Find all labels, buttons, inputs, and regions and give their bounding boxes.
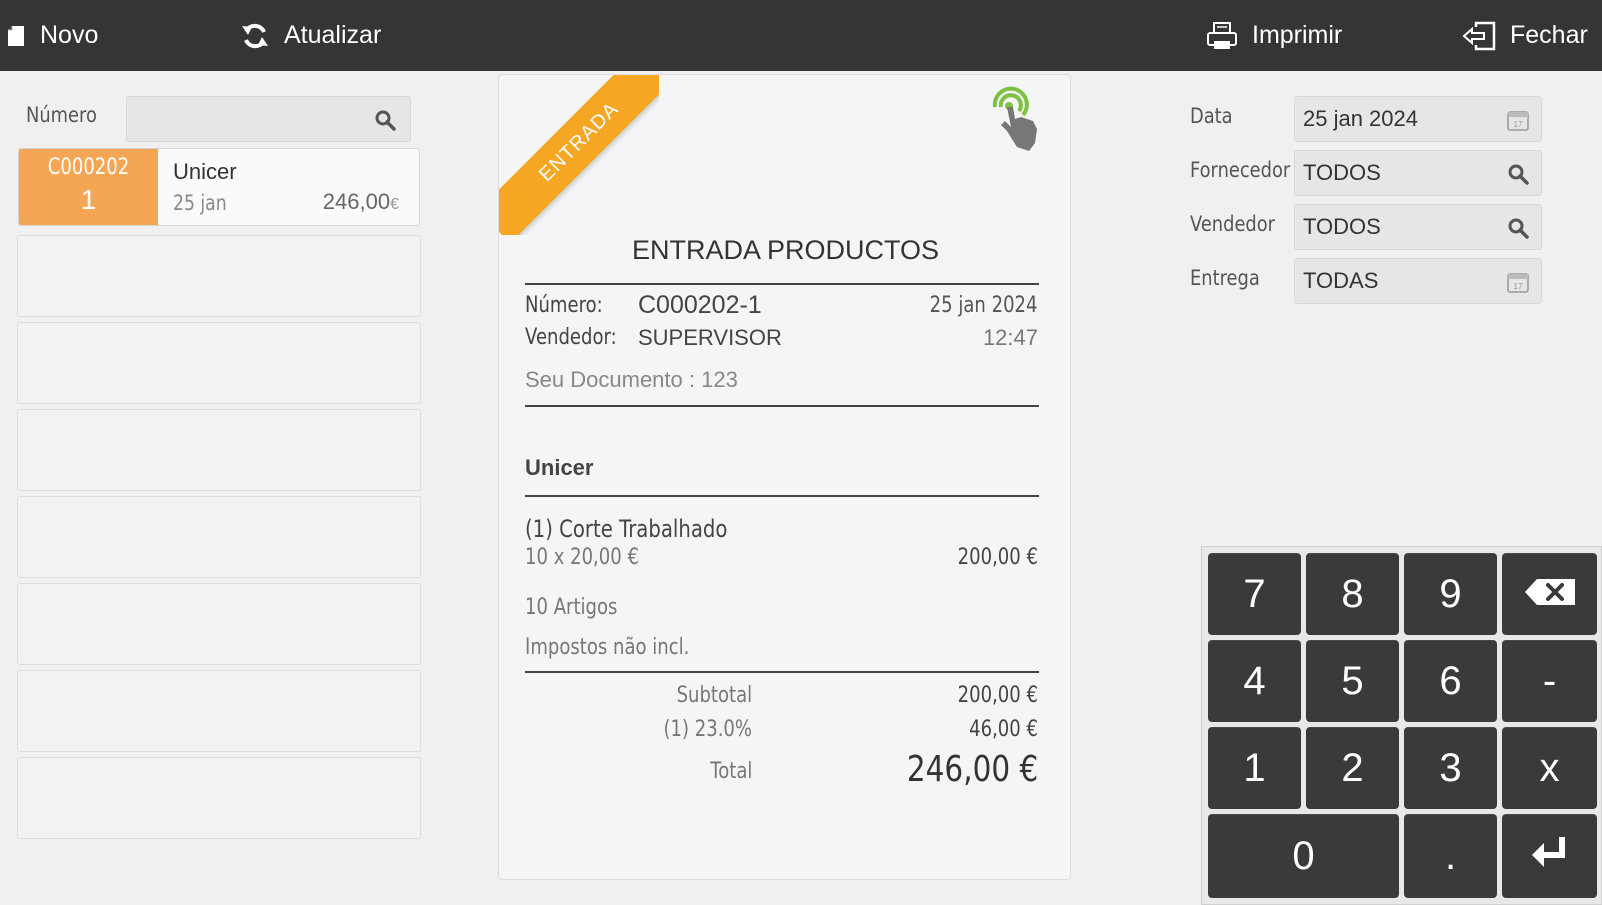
number-value: C000202-1: [638, 291, 762, 319]
item-qty-price: 10 x 20,00 €: [525, 545, 639, 570]
tax-value: 46,00 €: [969, 717, 1038, 742]
exit-icon: [1462, 21, 1496, 51]
close-label: Fechar: [1510, 21, 1588, 49]
minus-key[interactable]: -: [1502, 640, 1597, 722]
seller-field[interactable]: [1294, 204, 1542, 250]
item-name: (1) Corte Trabalhado: [525, 515, 728, 543]
empty-list-slot: [17, 583, 421, 665]
delivery-field[interactable]: 17: [1294, 258, 1542, 304]
empty-list-slot: [17, 235, 421, 317]
key-3[interactable]: 3: [1404, 727, 1497, 809]
key-1[interactable]: 1: [1208, 727, 1301, 809]
articles-count: 10 Artigos: [525, 595, 618, 620]
supplier-input[interactable]: [1295, 151, 1541, 195]
search-icon[interactable]: [374, 109, 396, 136]
seller-input[interactable]: [1295, 205, 1541, 249]
item-total: 200,00 €: [957, 545, 1038, 570]
tax-label: (1) 23.0%: [663, 717, 752, 742]
document-list-item[interactable]: C000202 1 Unicer 25 jan 246,00€: [18, 148, 420, 226]
empty-list-slot: [17, 670, 421, 752]
document-code: C000202: [47, 155, 130, 180]
your-document: Seu Documento : 123: [525, 367, 738, 392]
key-4[interactable]: 4: [1208, 640, 1301, 722]
printer-icon: [1206, 21, 1238, 51]
search-icon[interactable]: [1507, 163, 1529, 190]
empty-list-slot: [17, 322, 421, 404]
number-label: Número:: [525, 293, 603, 318]
key-8[interactable]: 8: [1306, 553, 1399, 635]
receipt-title: ENTRADA PRODUCTOS: [631, 235, 940, 265]
search-icon[interactable]: [1507, 217, 1529, 244]
document-amount-value: 246,00: [322, 189, 391, 214]
supplier-field[interactable]: [1294, 150, 1542, 196]
key-5[interactable]: 5: [1306, 640, 1399, 722]
print-button[interactable]: Imprimir: [1206, 0, 1342, 71]
date-label: Data: [1190, 104, 1233, 128]
svg-text:17: 17: [1514, 282, 1523, 291]
document-currency: €: [390, 196, 399, 213]
subtotal-label: Subtotal: [676, 683, 752, 708]
refresh-button[interactable]: Atualizar: [240, 0, 381, 71]
receipt-time: 12:47: [982, 325, 1038, 350]
divider: [525, 405, 1039, 407]
enter-key[interactable]: [1502, 814, 1597, 898]
empty-list-slot: [17, 496, 421, 578]
key-0[interactable]: 0: [1208, 814, 1399, 898]
touch-icon[interactable]: [987, 85, 1051, 160]
document-supplier: Unicer: [173, 159, 237, 184]
print-label: Imprimir: [1252, 21, 1343, 49]
document-amount: 246,00€: [323, 189, 399, 215]
key-9[interactable]: 9: [1404, 553, 1497, 635]
supplier-name: Unicer: [525, 455, 594, 480]
total-label: Total: [709, 759, 752, 784]
new-label: Novo: [40, 21, 99, 49]
calendar-icon[interactable]: 17: [1507, 109, 1529, 136]
enter-icon: [1530, 834, 1570, 879]
ribbon: ENTRADA: [499, 75, 659, 235]
taxes-note: Impostos não incl.: [525, 635, 690, 660]
close-button[interactable]: Fechar: [1462, 0, 1588, 71]
new-button[interactable]: Novo: [6, 0, 98, 71]
seller-value: SUPERVISOR: [638, 325, 782, 350]
delivery-input[interactable]: [1295, 259, 1541, 303]
seller-label: Vendedor: [1190, 212, 1276, 236]
seller-label: Vendedor:: [525, 325, 617, 350]
decimal-key[interactable]: .: [1404, 814, 1497, 898]
divider: [525, 283, 1039, 285]
backspace-key[interactable]: [1502, 553, 1597, 635]
multiply-key[interactable]: x: [1502, 727, 1597, 809]
document-date: 25 jan: [173, 191, 227, 215]
document-code-badge: C000202 1: [19, 149, 158, 225]
receipt-date: 25 jan 2024: [930, 293, 1038, 318]
document-icon: [6, 24, 26, 48]
date-field[interactable]: 17: [1294, 96, 1542, 142]
divider: [525, 671, 1039, 673]
subtotal-value: 200,00 €: [957, 683, 1038, 708]
toolbar: Novo Atualizar Imprimir Fechar: [0, 0, 1602, 71]
empty-list-slot: [17, 757, 421, 839]
calendar-icon[interactable]: 17: [1507, 271, 1529, 298]
date-input[interactable]: [1295, 97, 1541, 141]
document-seq: 1: [80, 184, 97, 215]
ribbon-label: ENTRADA: [499, 75, 659, 235]
backspace-icon: [1523, 572, 1577, 617]
refresh-label: Atualizar: [284, 21, 382, 49]
refresh-icon: [240, 21, 270, 51]
divider: [525, 495, 1039, 497]
number-input[interactable]: [127, 97, 410, 141]
delivery-label: Entrega: [1190, 266, 1260, 290]
number-label: Número: [26, 103, 97, 127]
number-search-field[interactable]: [126, 96, 411, 142]
numeric-keypad: 7 8 9 4 5 6 - 1 2 3 x 0 .: [1201, 546, 1602, 905]
receipt-preview: ENTRADA ENTRADA PRODUCTOS Número: C00020…: [498, 74, 1071, 880]
key-6[interactable]: 6: [1404, 640, 1497, 722]
supplier-label: Fornecedor: [1190, 158, 1291, 182]
key-2[interactable]: 2: [1306, 727, 1399, 809]
total-value: 246,00 €: [906, 749, 1038, 790]
empty-list-slot: [17, 409, 421, 491]
svg-text:17: 17: [1514, 120, 1523, 129]
key-7[interactable]: 7: [1208, 553, 1301, 635]
